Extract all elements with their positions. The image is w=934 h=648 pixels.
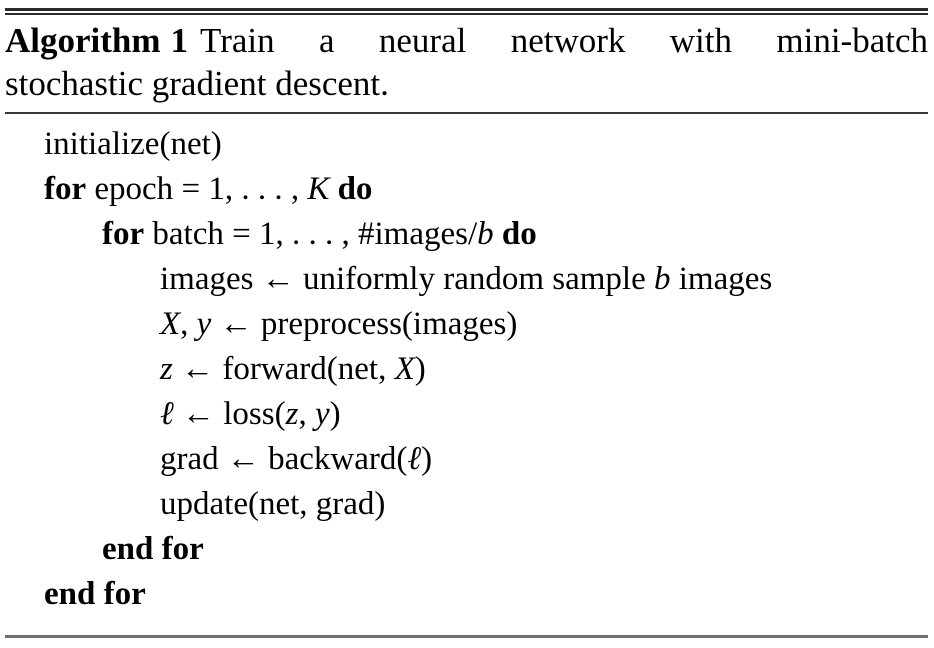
caption-line-1: Algorithm 1 Train a neural network with mi… <box>5 19 928 62</box>
line-initialize: initialize(net) <box>44 126 222 162</box>
line-update: update(net, grad) <box>160 486 386 522</box>
line-end-for-outer: end for <box>44 576 146 612</box>
algorithm-body: initialize(net) for epoch = 1, . . . , K … <box>0 122 934 617</box>
caption-line-2: stochastic gradient descent. <box>5 64 389 103</box>
line-preprocess: X, y ← preprocess(images) <box>160 306 518 342</box>
caption-description-line-1: Train a neural network with mini-batch <box>200 21 928 60</box>
bottom-rule <box>5 635 928 638</box>
top-rule-inner <box>5 13 928 15</box>
line-backward: grad ← backward(ℓ) <box>160 441 433 477</box>
caption-body-separator-rule <box>5 112 928 114</box>
algorithm-label: Algorithm <box>5 21 161 60</box>
line-loss: ℓ ← loss(z, y) <box>160 396 341 432</box>
top-rule-outer <box>5 8 928 11</box>
line-for-epoch: for epoch = 1, . . . , K do <box>44 171 373 207</box>
line-end-for-inner: end for <box>102 531 204 567</box>
algorithm-float: Algorithm 1 Train a neural network with mi… <box>0 0 934 648</box>
line-sample-images: images ← uniformly random sample b image… <box>160 261 773 297</box>
line-for-batch: for batch = 1, . . . , #images/b do <box>102 216 537 252</box>
line-forward: z ← forward(net, X) <box>160 351 426 387</box>
algorithm-number: 1 <box>170 21 189 60</box>
algorithm-caption: Algorithm 1 Train a neural network with mi… <box>5 19 928 105</box>
